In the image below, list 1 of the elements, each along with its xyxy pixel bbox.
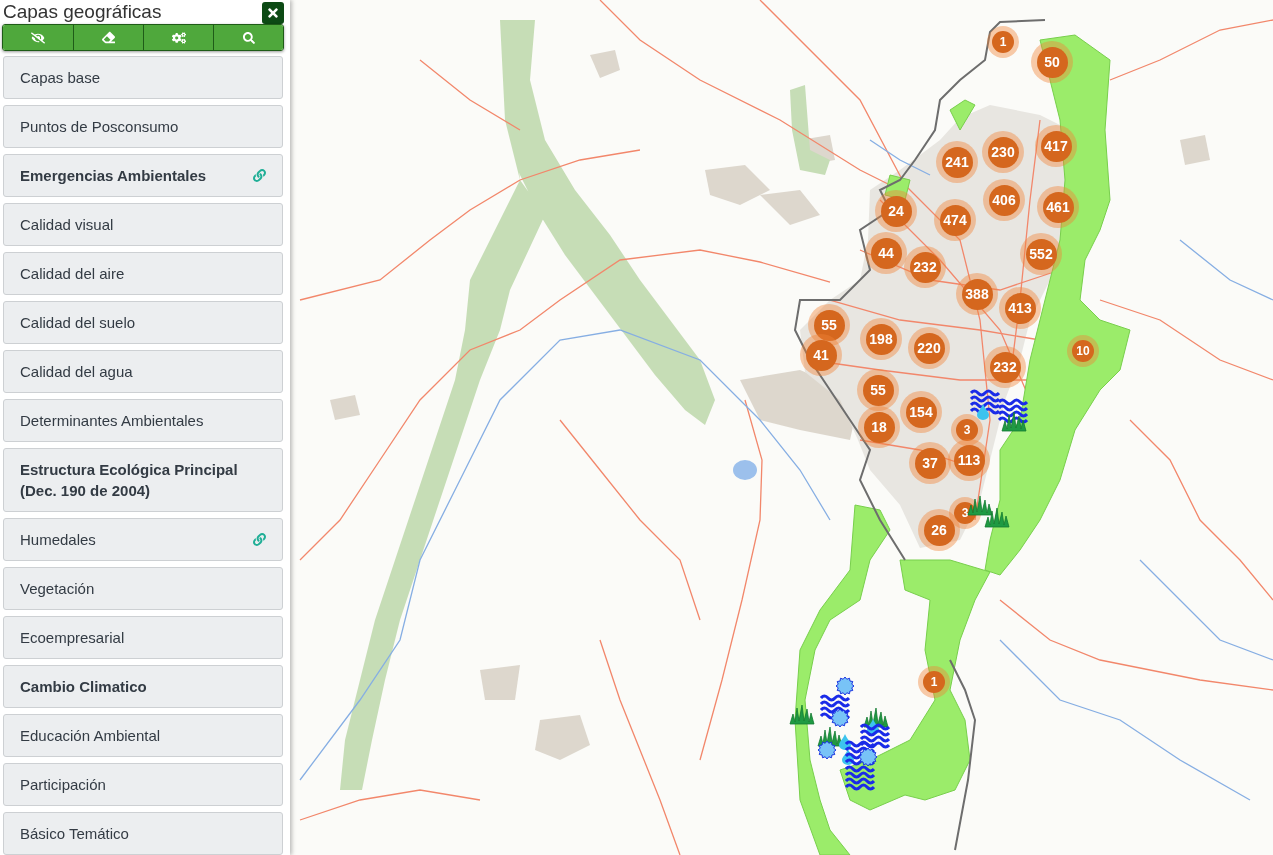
panel-title: Capas geográficas: [3, 2, 162, 22]
